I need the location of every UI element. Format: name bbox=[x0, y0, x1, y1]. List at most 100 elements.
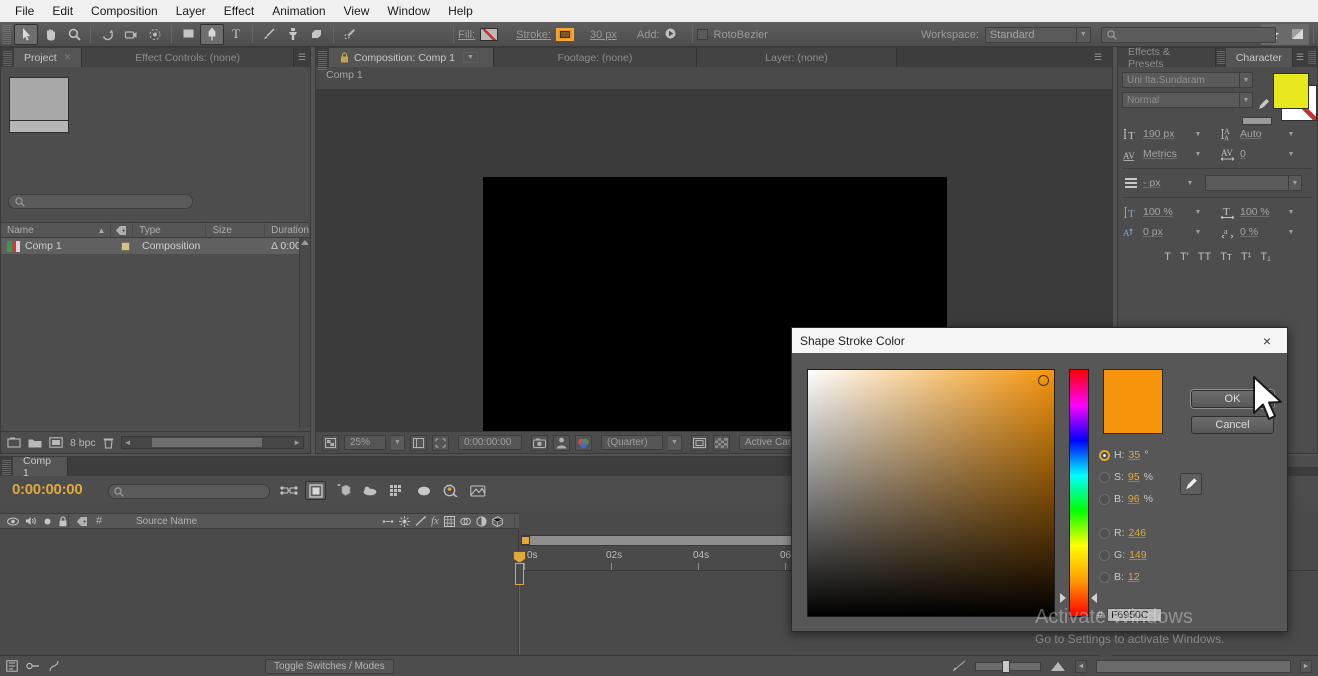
label-tag-icon[interactable] bbox=[76, 516, 88, 527]
tab-footage[interactable]: Footage: (none) bbox=[494, 48, 697, 67]
tab-effects-presets[interactable]: Effects & Presets bbox=[1118, 48, 1216, 67]
column-size[interactable]: Size bbox=[206, 223, 265, 237]
solo-icon[interactable] bbox=[43, 517, 52, 526]
hue-marker-right-icon[interactable] bbox=[1091, 593, 1097, 603]
channel-value-s[interactable]: 95 bbox=[1128, 471, 1140, 483]
hex-input[interactable]: F6950C bbox=[1107, 608, 1162, 622]
eraser-tool-icon[interactable] bbox=[305, 24, 329, 45]
radio-hue[interactable] bbox=[1099, 450, 1110, 461]
zoom-out-timeline-icon[interactable] bbox=[952, 660, 966, 672]
menu-item-effect[interactable]: Effect bbox=[215, 2, 263, 20]
brainstorm-icon[interactable] bbox=[413, 481, 434, 500]
timeline-horizontal-scrollbar[interactable] bbox=[1096, 660, 1291, 673]
channel-value-b[interactable]: 96 bbox=[1128, 493, 1140, 505]
timeline-zoom-slider[interactable] bbox=[975, 662, 1041, 671]
graph-editor-icon[interactable] bbox=[386, 481, 407, 500]
scroll-left-icon[interactable]: ◄ bbox=[1075, 660, 1087, 673]
tab-composition[interactable]: Composition: Comp 1 ▼ bbox=[329, 48, 494, 67]
shape-tool-icon[interactable] bbox=[176, 24, 200, 45]
new-comp-icon[interactable] bbox=[7, 437, 21, 448]
eyedropper-icon[interactable] bbox=[1255, 94, 1271, 114]
channel-row-s[interactable]: S: 95 % bbox=[1099, 471, 1153, 483]
radio-saturation[interactable] bbox=[1099, 472, 1110, 483]
frame-render-icon[interactable] bbox=[6, 660, 18, 672]
toolbar-search-input[interactable] bbox=[1101, 27, 1276, 43]
tab-comp1-timeline[interactable]: Comp 1 bbox=[13, 457, 68, 476]
scroll-up-icon[interactable] bbox=[301, 240, 309, 245]
add-label[interactable]: Add: bbox=[637, 29, 660, 41]
text-color-gradient[interactable] bbox=[1242, 117, 1272, 125]
panel-menu-icon[interactable]: ☰ bbox=[294, 48, 310, 67]
lock-icon[interactable] bbox=[339, 52, 350, 63]
resolution-chevron-icon[interactable]: ▼ bbox=[668, 435, 682, 451]
zoom-chevron-icon[interactable]: ▼ bbox=[391, 435, 405, 451]
chevron-down-icon[interactable]: ▼ bbox=[1240, 92, 1253, 108]
clone-stamp-tool-icon[interactable] bbox=[281, 24, 305, 45]
close-icon[interactable]: ✕ bbox=[64, 52, 72, 63]
channel-row-r[interactable]: R: 246 bbox=[1099, 527, 1146, 539]
channel-row-b[interactable]: B: 96 % bbox=[1099, 493, 1153, 505]
column-duration[interactable]: Duration bbox=[265, 223, 310, 237]
radio-red[interactable] bbox=[1099, 528, 1110, 539]
delete-icon[interactable] bbox=[103, 437, 114, 449]
project-horizontal-scrollbar[interactable]: ◄ ► bbox=[121, 436, 304, 449]
toggle-switches-modes-button[interactable]: Toggle Switches / Modes bbox=[265, 659, 394, 674]
toggle-transparency-grid-icon[interactable] bbox=[322, 435, 339, 451]
resolution-value[interactable]: (Quarter) bbox=[601, 435, 663, 450]
lock-icon[interactable] bbox=[58, 516, 68, 527]
chevron-down-icon[interactable]: ▼ bbox=[1286, 151, 1296, 158]
font-size-value[interactable]: 190 px bbox=[1143, 127, 1189, 142]
scroll-right-icon[interactable]: ► bbox=[1300, 660, 1312, 673]
motion-path-icon[interactable] bbox=[48, 660, 60, 672]
small-caps-button[interactable]: Tт bbox=[1220, 251, 1232, 263]
channel-value-r[interactable]: 246 bbox=[1129, 527, 1147, 539]
frame-blending-icon[interactable] bbox=[444, 516, 455, 527]
type-tool-icon[interactable]: T bbox=[224, 24, 248, 45]
tsume-value[interactable]: 0 % bbox=[1240, 225, 1282, 240]
horizontal-scale-value[interactable]: 100 % bbox=[1240, 205, 1282, 220]
tab-effect-controls[interactable]: Effect Controls: (none) bbox=[82, 48, 294, 67]
live-update-icon[interactable] bbox=[467, 481, 488, 500]
adjustment-layer-icon[interactable] bbox=[476, 516, 487, 527]
timeline-timecode[interactable]: 0:00:00:00 bbox=[12, 481, 82, 498]
composition-mini-flowchart-icon[interactable] bbox=[278, 481, 299, 500]
pan-behind-tool-icon[interactable] bbox=[143, 24, 167, 45]
saturation-brightness-field[interactable] bbox=[807, 369, 1055, 617]
channel-value-b2[interactable]: 12 bbox=[1128, 571, 1140, 583]
show-channel-icon[interactable] bbox=[575, 435, 592, 451]
project-vertical-scrollbar[interactable] bbox=[299, 238, 310, 428]
tab-layer[interactable]: Layer: (none) bbox=[697, 48, 897, 67]
table-row[interactable]: Comp 1 Composition Δ 0:00 bbox=[1, 238, 310, 254]
chevron-down-icon[interactable]: ▼ bbox=[1193, 229, 1203, 236]
add-menu-icon[interactable] bbox=[665, 28, 676, 42]
expression-icon[interactable] bbox=[26, 660, 40, 672]
chevron-down-icon[interactable]: ▼ bbox=[1077, 27, 1091, 43]
stroke-type-select[interactable] bbox=[1205, 175, 1289, 191]
hue-marker-left-icon[interactable] bbox=[1060, 593, 1066, 603]
faux-bold-button[interactable]: T bbox=[1164, 251, 1171, 263]
all-caps-button[interactable]: TT bbox=[1198, 251, 1211, 263]
column-label-swatch[interactable] bbox=[111, 223, 133, 237]
chevron-down-icon[interactable]: ▼ bbox=[1286, 209, 1296, 216]
selection-tool-icon[interactable] bbox=[14, 24, 38, 45]
workspace-select[interactable]: Standard bbox=[985, 27, 1077, 43]
motion-blur-toggle-icon[interactable] bbox=[460, 516, 471, 527]
composition-timecode[interactable]: 0:00:00:00 bbox=[458, 435, 522, 450]
character-panel-grip[interactable] bbox=[1308, 51, 1316, 64]
unified-camera-tool-icon[interactable] bbox=[119, 24, 143, 45]
zoom-tool-icon[interactable] bbox=[62, 24, 86, 45]
chevron-down-icon[interactable]: ▼ bbox=[1286, 229, 1296, 236]
menu-item-help[interactable]: Help bbox=[439, 2, 482, 20]
project-settings-icon[interactable] bbox=[49, 437, 63, 448]
stroke-color-swatch[interactable] bbox=[556, 28, 574, 41]
chevron-down-icon[interactable]: ▼ bbox=[1286, 131, 1296, 138]
work-area-start-handle[interactable] bbox=[521, 536, 530, 545]
font-style-select[interactable]: Normal bbox=[1122, 92, 1240, 108]
faux-italic-button[interactable]: T′ bbox=[1180, 251, 1189, 263]
stroke-width-value[interactable]: 30 px bbox=[590, 29, 617, 41]
close-icon[interactable]: × bbox=[1255, 329, 1279, 353]
menu-item-window[interactable]: Window bbox=[378, 2, 439, 20]
mask-tool-icon[interactable] bbox=[1285, 24, 1309, 45]
tracking-value[interactable]: 0 bbox=[1240, 147, 1282, 162]
roto-brush-tool-icon[interactable] bbox=[338, 24, 362, 45]
